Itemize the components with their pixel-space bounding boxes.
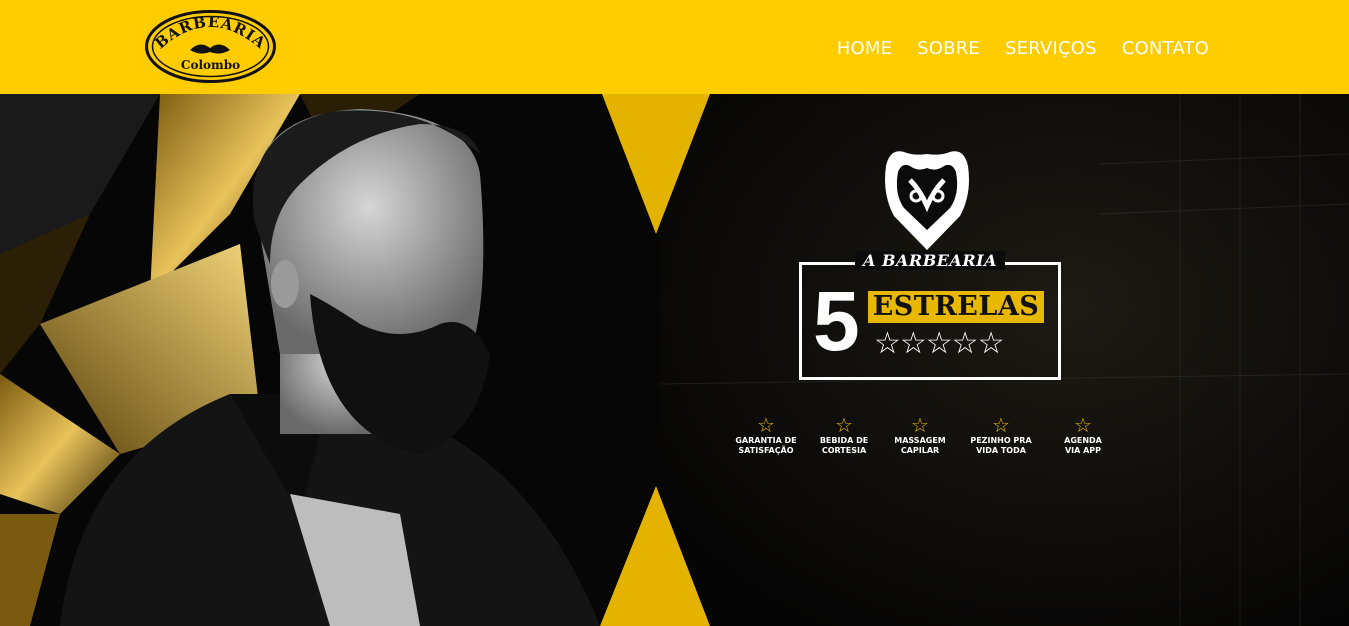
five-stars-badge: A BARBEARIA 5 ESTRELAS ☆☆☆☆☆ <box>799 251 1061 380</box>
badge-number: 5 <box>813 274 860 368</box>
barber-shield-icon <box>885 151 969 250</box>
feature-satisfaction-guarantee: ☆ GARANTIA DE SATISFAÇÃO <box>727 414 805 456</box>
barbearia-colombo-logo[interactable]: BARBEARIA Colombo <box>144 10 277 83</box>
star-icon: ☆ <box>1074 413 1092 437</box>
site-header: BARBEARIA Colombo HOME SOBRE SERVIÇOS CO… <box>0 0 1349 94</box>
nav-servicos[interactable]: SERVIÇOS <box>1005 36 1097 62</box>
badge-word: ESTRELAS <box>868 291 1044 323</box>
nav-contato[interactable]: CONTATO <box>1122 36 1209 62</box>
feature-list: ☆ GARANTIA DE SATISFAÇÃO ☆ BEBIDA DE COR… <box>727 414 1119 464</box>
main-nav: HOME SOBRE SERVIÇOS CONTATO <box>837 36 1209 62</box>
hero-background <box>0 94 1349 626</box>
feature-app-booking: ☆ AGENDA VIA APP <box>1044 414 1122 456</box>
badge-stars-icon: ☆☆☆☆☆ <box>874 326 1004 361</box>
logo-text-bottom: Colombo <box>181 58 240 72</box>
hero-banner: A BARBEARIA 5 ESTRELAS ☆☆☆☆☆ ☆ GARANTIA … <box>0 94 1349 626</box>
star-icon: ☆ <box>992 413 1010 437</box>
feature-label: GARANTIA DE SATISFAÇÃO <box>735 436 797 455</box>
feature-complimentary-drink: ☆ BEBIDA DE CORTESIA <box>805 414 883 456</box>
star-icon: ☆ <box>911 413 929 437</box>
badge-title: A BARBEARIA <box>854 251 1006 270</box>
star-icon: ☆ <box>835 413 853 437</box>
feature-label: PEZINHO PRA VIDA TODA <box>970 436 1032 455</box>
feature-lifetime-trim: ☆ PEZINHO PRA VIDA TODA <box>962 414 1040 456</box>
nav-home[interactable]: HOME <box>837 36 892 62</box>
feature-label: MASSAGEM CAPILAR <box>894 436 946 455</box>
star-icon: ☆ <box>757 413 775 437</box>
nav-sobre[interactable]: SOBRE <box>917 36 980 62</box>
feature-label: AGENDA VIA APP <box>1064 436 1102 455</box>
feature-scalp-massage: ☆ MASSAGEM CAPILAR <box>881 414 959 456</box>
feature-label: BEBIDA DE CORTESIA <box>819 436 869 455</box>
